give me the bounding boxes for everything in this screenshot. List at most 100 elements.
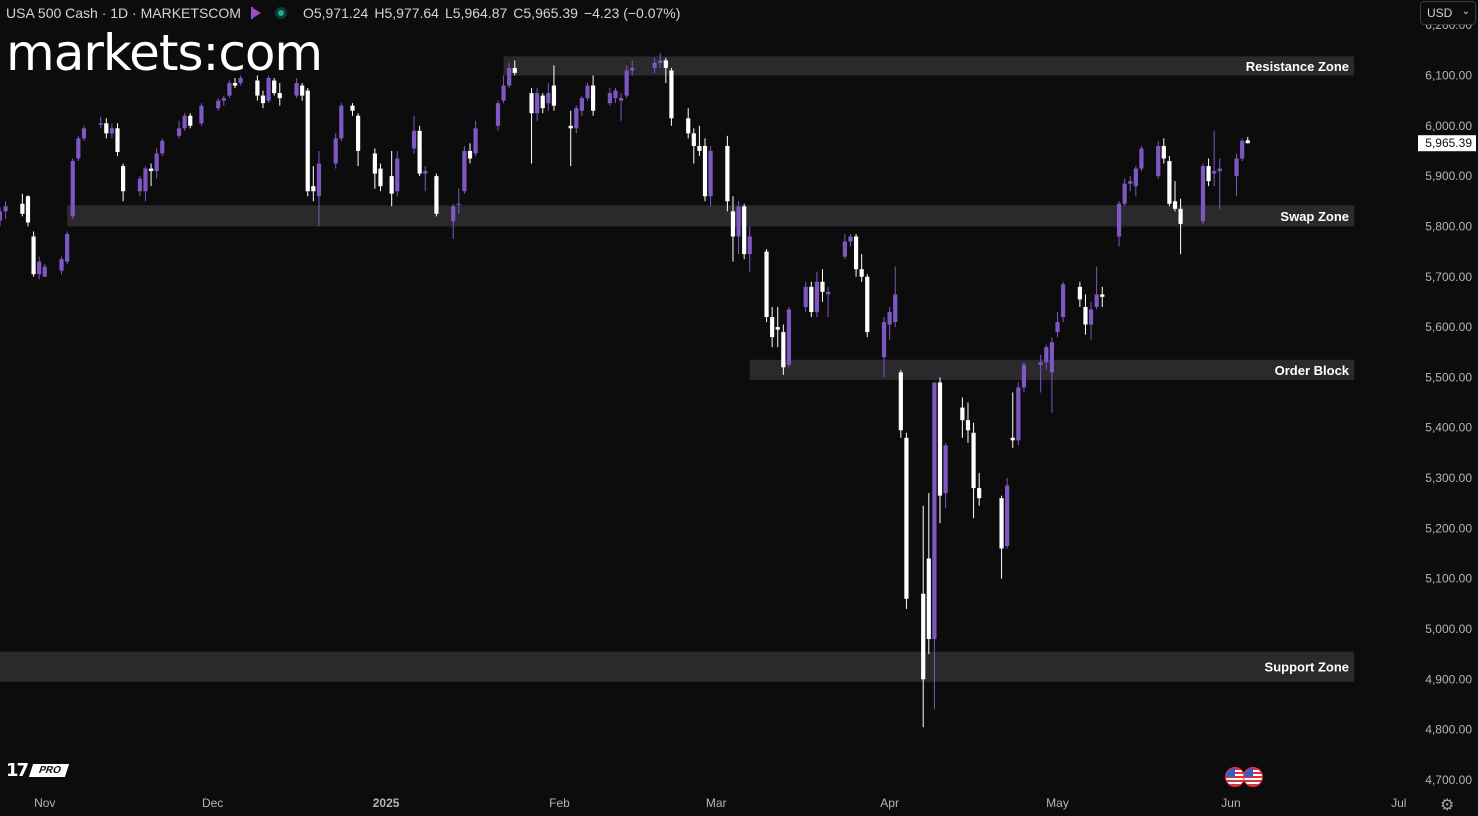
candle[interactable] [1240,138,1245,162]
candle[interactable] [311,166,316,202]
candle[interactable] [25,195,31,227]
candle[interactable] [546,83,551,111]
candle[interactable] [378,163,383,192]
candle[interactable] [904,432,909,609]
candle[interactable] [1010,392,1015,448]
candle[interactable] [355,113,361,167]
candle[interactable] [607,88,612,106]
candle[interactable] [76,135,81,162]
candle[interactable] [540,93,545,114]
candle[interactable] [199,103,204,126]
candle[interactable] [529,88,534,164]
candle[interactable] [1088,301,1094,340]
candle[interactable] [221,95,226,106]
zone-support-zone[interactable] [0,651,1355,682]
candle[interactable] [350,103,355,116]
candle[interactable] [702,138,708,202]
candle[interactable] [887,306,892,340]
candle[interactable] [809,281,814,318]
candle[interactable] [921,505,926,728]
us-flag-icon[interactable] [1243,767,1263,787]
candle[interactable] [1094,266,1099,310]
candle[interactable] [417,125,422,177]
candle[interactable] [339,103,344,141]
candle[interactable] [1116,201,1122,247]
candle[interactable] [395,150,400,197]
candle[interactable] [613,88,618,104]
candle[interactable] [736,201,741,255]
candle[interactable] [747,226,752,272]
candle[interactable] [770,306,775,348]
candle[interactable] [820,269,825,302]
candle[interactable] [742,203,747,260]
candle[interactable] [937,377,943,524]
settings-icon[interactable]: ⚙ [1440,795,1454,815]
candle[interactable] [943,442,948,509]
zone-swap-zone[interactable] [67,205,1355,227]
candle[interactable] [3,201,8,219]
candle[interactable] [1139,145,1144,172]
candle[interactable] [1005,478,1010,549]
candle[interactable] [216,98,221,111]
candle[interactable] [1161,138,1166,164]
candle[interactable] [160,138,165,156]
candle[interactable] [574,105,579,134]
candle[interactable] [501,75,506,104]
candle[interactable] [227,80,232,99]
candle[interactable] [585,83,590,101]
candle[interactable] [495,100,501,131]
candle[interactable] [618,93,624,121]
candle[interactable] [143,166,148,202]
candle[interactable] [697,125,702,156]
candle[interactable] [389,150,394,207]
candle[interactable] [803,281,808,312]
candle[interactable] [1212,130,1217,187]
candle[interactable] [305,88,310,197]
candle[interactable] [1217,158,1222,209]
us-flag-icon[interactable] [1225,767,1245,787]
candle[interactable] [848,233,853,247]
candle[interactable] [137,176,142,197]
candle[interactable] [853,233,859,277]
candle[interactable] [686,108,691,139]
candle[interactable] [764,249,769,323]
candle[interactable] [691,128,696,164]
candle[interactable] [965,402,971,443]
candle[interactable] [31,231,36,277]
candle[interactable] [971,422,976,519]
candle[interactable] [70,158,75,219]
candle[interactable] [708,145,713,207]
candle[interactable] [725,135,730,212]
symbol-title[interactable]: USA 500 Cash · 1D · MARKETSCOM [6,5,241,21]
candle[interactable] [825,286,831,318]
tradingview-logo-icon[interactable]: 17 PRO [6,760,69,781]
candle[interactable] [115,123,120,156]
candle[interactable] [893,266,898,328]
candle[interactable] [535,88,540,121]
candle[interactable] [434,173,439,217]
candle[interactable] [1245,137,1250,144]
candle[interactable] [109,123,115,139]
candle[interactable] [37,256,42,280]
candle[interactable] [372,148,377,189]
candle[interactable] [120,163,126,202]
candle[interactable] [148,163,154,187]
candle[interactable] [579,95,585,116]
candle[interactable] [0,207,3,227]
candle[interactable] [1172,181,1178,212]
candle[interactable] [20,193,25,217]
candle[interactable] [411,115,417,154]
candle[interactable] [260,90,266,109]
candle[interactable] [1133,166,1138,197]
candle[interactable] [176,120,182,139]
candle[interactable] [842,233,847,260]
candle[interactable] [1206,158,1211,187]
candle[interactable] [277,83,282,106]
candle[interactable] [814,271,820,318]
zone-resistance-zone[interactable] [503,56,1355,76]
candle[interactable] [1016,382,1021,446]
candle[interactable] [467,143,473,164]
candle[interactable] [1200,163,1206,224]
price-axis[interactable]: 6,200.006,100.006,000.005,900.005,800.00… [1418,18,1476,787]
candle[interactable] [423,166,428,192]
